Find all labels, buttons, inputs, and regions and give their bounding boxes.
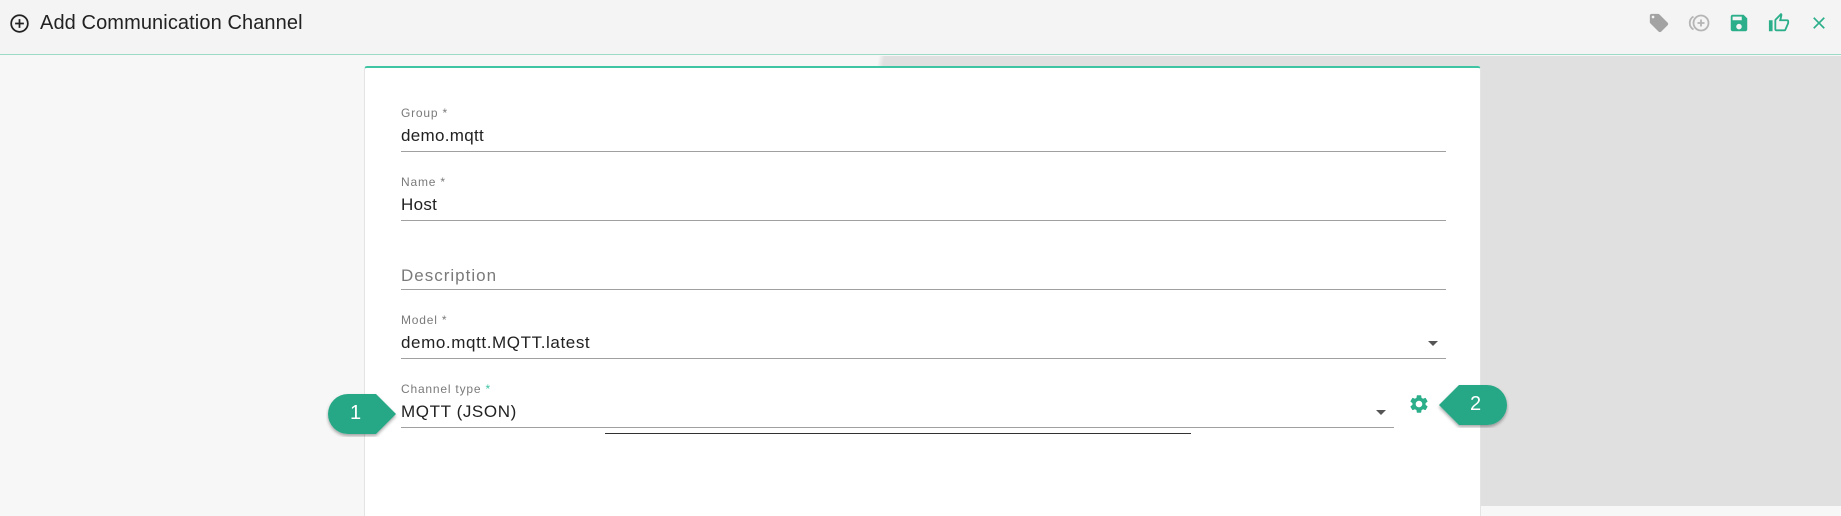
background-shade — [860, 56, 1480, 66]
page-title-wrap: Add Communication Channel — [9, 10, 303, 36]
name-field[interactable]: Name * Host — [401, 175, 1446, 221]
model-value[interactable]: demo.mqtt.MQTT.latest — [401, 333, 590, 353]
description-field[interactable]: Description — [401, 244, 1446, 290]
add-circle-outline-icon — [9, 13, 30, 34]
callout-number: 1 — [350, 402, 362, 424]
channel-type-select[interactable]: Channel type * MQTT (JSON) — [401, 382, 1394, 428]
callout-marker-1: 1 — [326, 391, 402, 437]
group-input[interactable]: demo.mqtt — [401, 126, 484, 146]
chevron-down-icon[interactable] — [1376, 410, 1386, 415]
group-field[interactable]: Group * demo.mqtt — [401, 106, 1446, 152]
channel-type-value[interactable]: MQTT (JSON) — [401, 402, 517, 422]
name-label: Name * — [401, 175, 446, 189]
add-circle-copy-icon[interactable] — [1687, 11, 1711, 35]
close-icon[interactable] — [1807, 11, 1831, 35]
chevron-down-icon[interactable] — [1428, 341, 1438, 346]
description-placeholder[interactable]: Description — [401, 266, 497, 286]
channel-type-label: Channel type * — [401, 382, 491, 396]
channel-form-card: Group * demo.mqtt Name * Host Descriptio… — [364, 66, 1481, 516]
name-input[interactable]: Host — [401, 195, 437, 215]
model-select[interactable]: Model * demo.mqtt.MQTT.latest — [401, 313, 1446, 359]
toolbar: Add Communication Channel — [0, 0, 1841, 55]
model-label: Model * — [401, 313, 448, 327]
group-label: Group * — [401, 106, 448, 120]
callout-number: 2 — [1470, 393, 1482, 415]
background-left — [0, 56, 364, 506]
callout-marker-2: 2 — [1433, 382, 1509, 428]
focus-underline — [605, 433, 1191, 434]
gear-icon[interactable] — [1408, 393, 1430, 415]
background-right — [1480, 56, 1841, 506]
thumbs-up-icon[interactable] — [1767, 11, 1791, 35]
tag-icon[interactable] — [1647, 11, 1671, 35]
save-icon[interactable] — [1727, 11, 1751, 35]
toolbar-actions — [1631, 11, 1831, 35]
page-title: Add Communication Channel — [40, 11, 303, 34]
